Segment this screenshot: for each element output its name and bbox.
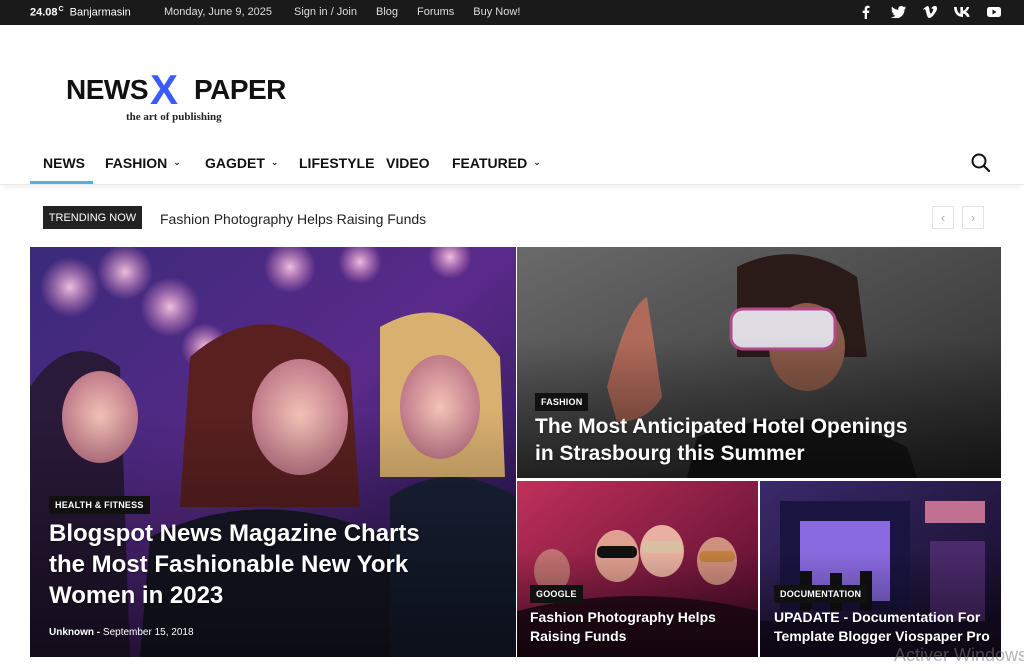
nav-item-label: VIDEO (386, 155, 430, 171)
post-title-line: in Strasbourg this Summer (535, 442, 805, 465)
post-title-line: The Most Anticipated Hotel Openings (535, 415, 908, 438)
category-badge[interactable]: DOCUMENTATION (774, 585, 868, 603)
post-author[interactable]: Unknown (49, 627, 94, 638)
meta-separator: - (96, 627, 101, 638)
os-watermark: Activer Windows (894, 645, 1024, 665)
post-title-line: the Most Fashionable New York (49, 551, 409, 578)
logo-x-mark: X (150, 66, 179, 113)
nav-active-indicator (30, 181, 93, 184)
post-title[interactable]: UPADATE - Documentation For Template Blo… (774, 608, 990, 646)
post-title[interactable]: The Most Anticipated Hotel Openings in S… (535, 413, 908, 467)
chevron-down-icon: ⌄ (270, 158, 279, 168)
post-title[interactable]: Fashion Photography Helps Raising Funds (530, 608, 716, 646)
nav-item-label: FASHION (105, 155, 168, 171)
logo-word-news: NEWS (66, 74, 149, 105)
trending-label: TRENDING NOW (43, 206, 142, 229)
nav-item-gadget[interactable]: GAGDET ⌄ (205, 155, 278, 171)
nav-item-label: LIFESTYLE (299, 155, 375, 171)
chevron-down-icon: ⌄ (173, 158, 181, 168)
post-title-line: Fashion Photography Helps (530, 609, 716, 625)
featured-post-small-2[interactable]: DOCUMENTATION UPADATE - Documentation Fo… (760, 481, 1001, 657)
search-icon[interactable] (970, 152, 992, 174)
social-icons (842, 4, 1002, 20)
nav-item-lifestyle[interactable]: LIFESTYLE (299, 155, 374, 171)
twitter-icon[interactable] (890, 4, 906, 20)
nav-item-video[interactable]: VIDEO (386, 155, 430, 171)
trending-prev-button[interactable]: ‹ (932, 206, 954, 229)
post-title[interactable]: Blogspot News Magazine Charts the Most F… (49, 518, 420, 611)
featured-post-main[interactable]: HEALTH & FITNESS Blogspot News Magazine … (30, 247, 516, 657)
nav-item-label: FEATURED (452, 155, 528, 171)
category-badge[interactable]: GOOGLE (530, 585, 583, 603)
nav-item-news[interactable]: NEWS (43, 155, 85, 171)
top-links: Sign in / Join Blog Forums Buy Now! (294, 6, 539, 18)
post-title-line: Blogspot News Magazine Charts (49, 520, 420, 547)
post-title-line: UPADATE - Documentation For (774, 609, 981, 625)
current-date: Monday, June 9, 2025 (164, 6, 273, 18)
featured-post-small-1[interactable]: GOOGLE Fashion Photography Helps Raising… (517, 481, 758, 657)
chevron-down-icon: ⌄ (533, 158, 541, 168)
main-nav: NEWS FASHION ⌄ GAGDET ⌄ LIFESTYLE VIDEO … (0, 140, 1024, 185)
site-logo[interactable]: NEWS X PAPER the art of publishing (66, 66, 290, 128)
nav-item-label: NEWS (43, 155, 85, 171)
vimeo-icon[interactable] (922, 4, 938, 20)
temperature-unit: C (58, 6, 64, 13)
trending-next-button[interactable]: › (962, 206, 984, 229)
blog-link[interactable]: Blog (376, 6, 398, 18)
nav-item-fashion[interactable]: FASHION ⌄ (105, 155, 181, 171)
nav-item-featured[interactable]: FEATURED ⌄ (452, 155, 541, 171)
top-bar: 24.08C Banjarmasin Monday, June 9, 2025 … (0, 0, 1024, 25)
post-title-line: Raising Funds (530, 628, 627, 644)
weather-city: Banjarmasin (69, 6, 131, 19)
featured-post-secondary[interactable]: FASHION The Most Anticipated Hotel Openi… (517, 247, 1001, 478)
category-badge[interactable]: FASHION (535, 393, 589, 411)
buy-now-link[interactable]: Buy Now! (473, 6, 520, 18)
youtube-icon[interactable] (986, 4, 1002, 20)
trending-headline[interactable]: Fashion Photography Helps Raising Funds (160, 211, 426, 227)
category-badge[interactable]: HEALTH & FITNESS (49, 496, 150, 514)
temperature: 24.08 (30, 6, 58, 19)
vk-icon[interactable] (954, 4, 970, 20)
sign-in-link[interactable]: Sign in / Join (294, 6, 357, 18)
logo-word-paper: PAPER (194, 74, 286, 105)
post-meta: Unknown - September 15, 2018 (49, 627, 194, 638)
post-title-line: Template Blogger Viospaper Pro (774, 628, 990, 644)
post-title-line: Women in 2023 (49, 582, 224, 609)
weather-widget: 24.08C Banjarmasin (30, 6, 131, 19)
facebook-icon[interactable] (858, 4, 874, 20)
post-date: September 15, 2018 (102, 627, 194, 638)
forums-link[interactable]: Forums (417, 6, 454, 18)
logo-tagline: the art of publishing (126, 111, 222, 123)
nav-item-label: GAGDET (205, 155, 265, 171)
